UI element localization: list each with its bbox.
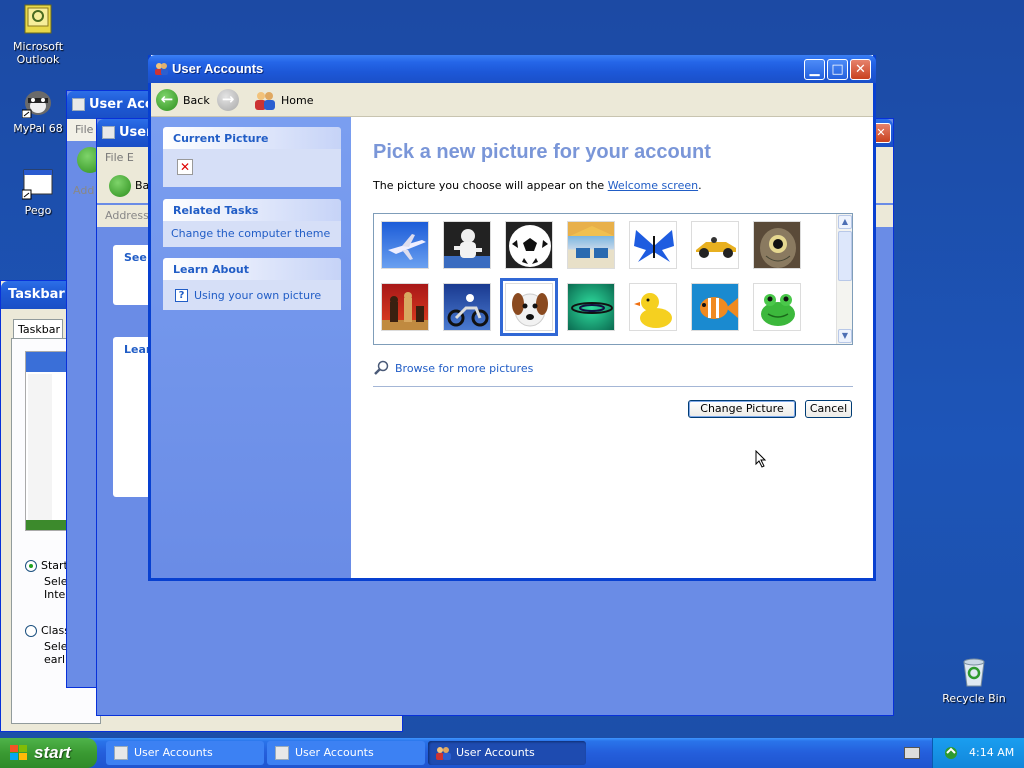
forward-button[interactable]: → — [217, 89, 244, 111]
taskbar-item-3[interactable]: User Accounts — [428, 741, 586, 765]
home-users-icon — [253, 89, 277, 111]
subtext: The picture you choose will appear on th… — [373, 179, 702, 192]
radio-label: Start — [41, 559, 68, 572]
learn-about-panel: Learn About ? Using your own picture — [163, 258, 341, 310]
window-title: User Accounts — [172, 61, 264, 76]
taskbar-item-label: User Accounts — [295, 746, 374, 759]
picture-aqua-ripple[interactable] — [567, 283, 615, 331]
maximize-icon[interactable]: □ — [827, 59, 848, 80]
magnifier-icon — [373, 360, 389, 376]
tab-label: Taskbar — [18, 323, 60, 336]
tab-taskbar[interactable]: Taskbar — [13, 319, 63, 339]
mouse-cursor-icon — [755, 449, 767, 468]
windows-logo-icon — [10, 745, 28, 761]
picture-content-area: Pick a new picture for your account The … — [351, 117, 873, 578]
window-titlebar[interactable]: User Accounts ▁ □ ✕ — [148, 55, 876, 83]
back-arrow-icon: ← — [156, 89, 178, 111]
picture-gallery[interactable]: ▲ ▼ — [373, 213, 853, 345]
recycle-bin-icon — [958, 656, 990, 688]
picture-butterfly[interactable] — [629, 221, 677, 269]
taskbar-item-2[interactable]: User Accounts — [267, 741, 425, 765]
user-accounts-window[interactable]: User Accounts ▁ □ ✕ ← Back → Home Curren… — [148, 55, 876, 581]
desktop-icon-label: Pego — [24, 204, 52, 217]
taskbar-item-label: User Accounts — [456, 746, 535, 759]
browse-pictures-link[interactable]: Browse for more pictures — [373, 360, 533, 376]
keyboard-icon[interactable] — [904, 747, 920, 759]
panel-header: Learn About — [163, 258, 341, 280]
start-menu-preview — [25, 351, 67, 531]
picture-soccer-ball[interactable] — [505, 221, 553, 269]
user-accounts-icon — [275, 746, 289, 760]
cancel-button[interactable]: Cancel — [805, 400, 852, 418]
picture-race-car[interactable] — [691, 221, 739, 269]
learn-about-panel: Lear — [113, 337, 153, 497]
desktop-icon-recycle-bin[interactable]: Recycle Bin — [936, 656, 1012, 705]
picture-airplane[interactable] — [381, 221, 429, 269]
home-label: Home — [281, 93, 314, 107]
forward-arrow-icon: → — [217, 89, 239, 111]
gallery-scrollbar[interactable]: ▲ ▼ — [836, 214, 852, 344]
picture-chess[interactable] — [381, 283, 429, 331]
picture-dirt-bike[interactable] — [443, 283, 491, 331]
user-accounts-icon — [154, 61, 168, 75]
start-label: start — [34, 743, 71, 762]
desktop-icon-label: Microsoft Outlook — [12, 40, 64, 66]
page-heading: Pick a new picture for your account — [373, 141, 711, 163]
scroll-up-icon[interactable]: ▲ — [838, 215, 852, 229]
help-icon: ? — [175, 288, 188, 302]
desktop-icon-label: Recycle Bin — [942, 692, 1006, 705]
outlook-icon — [22, 4, 54, 36]
address-label: Add — [73, 184, 95, 197]
clock[interactable]: 4:14 AM — [969, 746, 1014, 759]
panel-header: Related Tasks — [163, 199, 341, 221]
application-icon — [21, 168, 54, 200]
raccoon-icon — [21, 86, 54, 119]
panel-header: Current Picture — [163, 127, 341, 149]
picture-frog[interactable] — [753, 283, 801, 331]
scroll-thumb[interactable] — [838, 231, 852, 281]
welcome-screen-link[interactable]: Welcome screen — [608, 179, 698, 192]
start-button[interactable]: start — [0, 738, 97, 768]
picture-astronaut[interactable] — [443, 221, 491, 269]
radio-start-menu[interactable]: Start — [25, 559, 68, 572]
network-icon[interactable] — [943, 745, 959, 761]
minimize-icon[interactable]: ▁ — [804, 59, 825, 80]
desktop-icon-mypal[interactable]: MyPal 68 — [0, 86, 76, 135]
user-accounts-icon — [114, 746, 128, 760]
user-accounts-icon — [435, 745, 451, 761]
desktop-icon-pego[interactable]: Pego — [0, 168, 76, 217]
browse-label: Browse for more pictures — [395, 361, 534, 375]
task-pane: Current Picture ✕ Related Tasks Change t… — [151, 117, 351, 578]
picture-beach-chairs[interactable] — [567, 221, 615, 269]
radio-classic-menu[interactable]: Class — [25, 624, 70, 637]
desktop-icon-outlook[interactable]: Microsoft Outlook — [0, 4, 76, 66]
desktop: Microsoft Outlook MyPal 68 Pego Recycle … — [0, 0, 1024, 738]
back-icon[interactable] — [109, 175, 131, 197]
scroll-down-icon[interactable]: ▼ — [838, 329, 852, 343]
back-button[interactable]: ← Back — [156, 89, 210, 111]
separator — [373, 386, 853, 387]
taskbar-item-1[interactable]: User Accounts — [106, 741, 264, 765]
picture-rubber-duck[interactable] — [629, 283, 677, 331]
close-icon[interactable]: ✕ — [850, 59, 871, 80]
navigation-toolbar: ← Back → Home — [151, 83, 873, 117]
taskbar-item-label: User Accounts — [134, 746, 213, 759]
picture-fish[interactable] — [691, 283, 739, 331]
change-theme-link[interactable]: Change the computer theme — [171, 227, 330, 240]
picture-owl[interactable] — [753, 221, 801, 269]
system-tray: 4:14 AM — [932, 738, 1024, 768]
related-tasks-panel: Related Tasks Change the computer theme — [163, 199, 341, 247]
picture-dog[interactable] — [500, 278, 558, 336]
home-button[interactable]: Home — [253, 89, 313, 111]
back-label: Back — [183, 93, 210, 107]
see-also-panel: See — [113, 245, 153, 305]
change-picture-button[interactable]: Change Picture — [688, 400, 796, 418]
current-picture-panel: Current Picture ✕ — [163, 127, 341, 187]
broken-image-icon: ✕ — [177, 159, 193, 175]
own-picture-link[interactable]: Using your own picture — [194, 289, 321, 302]
taskbar: start User Accounts User Accounts User A… — [0, 738, 1024, 768]
desktop-icon-label: MyPal 68 — [13, 122, 63, 135]
